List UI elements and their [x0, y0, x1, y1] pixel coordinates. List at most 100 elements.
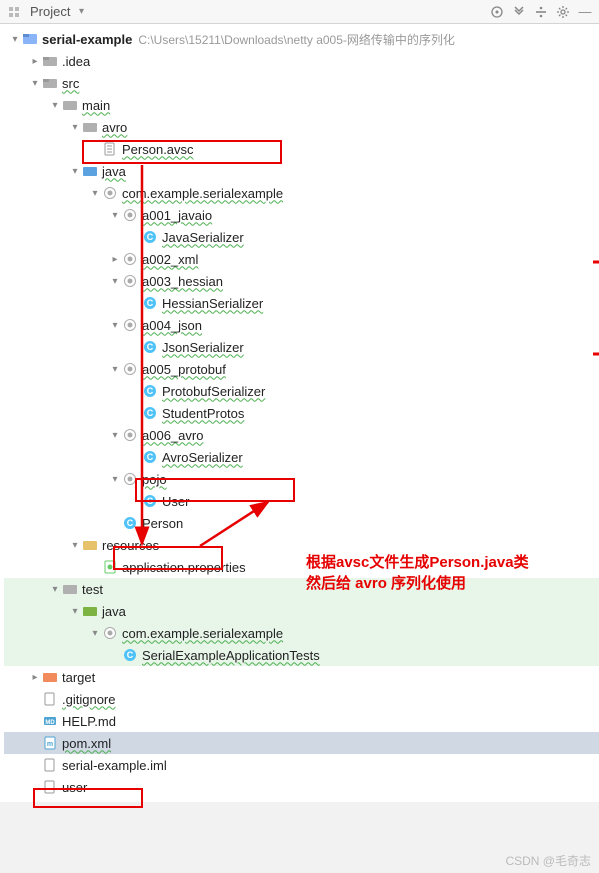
- root-node[interactable]: ▾ serial-example C:\Users\15211\Download…: [4, 28, 599, 50]
- svg-text:MD: MD: [45, 720, 55, 726]
- project-toolbar: Project ▾ —: [0, 0, 599, 24]
- excluded-folder-icon: [42, 669, 58, 685]
- item-label: ProtobufSerializer: [162, 384, 265, 399]
- folder-icon: [42, 53, 58, 69]
- item-label: User: [162, 494, 189, 509]
- package-icon: [122, 471, 138, 487]
- class-protobufserializer[interactable]: C ProtobufSerializer: [4, 380, 599, 402]
- chevron-down-icon[interactable]: ▾: [68, 604, 82, 618]
- gear-icon[interactable]: [555, 4, 571, 20]
- pkg-a003[interactable]: ▾ a003_hessian: [4, 270, 599, 292]
- item-label: Person.avsc: [122, 142, 194, 157]
- idea-folder[interactable]: ▸ .idea: [4, 50, 599, 72]
- chevron-down-icon[interactable]: ▾: [48, 98, 62, 112]
- pkg-a006[interactable]: ▾ a006_avro: [4, 424, 599, 446]
- item-label: user: [62, 780, 87, 795]
- chevron-down-icon[interactable]: ▾: [48, 582, 62, 596]
- package-icon: [102, 625, 118, 641]
- iml-file[interactable]: serial-example.iml: [4, 754, 599, 776]
- module-icon: [22, 31, 38, 47]
- chevron-down-icon[interactable]: ▾: [108, 472, 122, 486]
- item-label: JavaSerializer: [162, 230, 244, 245]
- item-label: pojo: [142, 472, 167, 487]
- chevron-right-icon[interactable]: ▸: [108, 252, 122, 266]
- maven-file-icon: m: [42, 735, 58, 751]
- target-icon[interactable]: [489, 4, 505, 20]
- item-label: target: [62, 670, 95, 685]
- item-label: avro: [102, 120, 127, 135]
- item-label: pom.xml: [62, 736, 111, 751]
- person-avsc-file[interactable]: Person.avsc: [4, 138, 599, 160]
- chevron-down-icon[interactable]: ▾: [28, 76, 42, 90]
- annotation-text: 根据avsc文件生成Person.java类 然后给 avro 序列化使用: [306, 552, 529, 594]
- pkg-a005[interactable]: ▾ a005_protobuf: [4, 358, 599, 380]
- pkg-a001[interactable]: ▾ a001_javaio: [4, 204, 599, 226]
- chevron-down-icon[interactable]: ▾: [108, 208, 122, 222]
- java-src-folder[interactable]: ▾ java: [4, 160, 599, 182]
- class-avroserializer[interactable]: C AvroSerializer: [4, 446, 599, 468]
- class-person[interactable]: C Person: [4, 512, 599, 534]
- avro-folder[interactable]: ▾ avro: [4, 116, 599, 138]
- class-studentprotos[interactable]: C StudentProtos: [4, 402, 599, 424]
- item-label: a004_json: [142, 318, 202, 333]
- class-javaserializer[interactable]: C JavaSerializer: [4, 226, 599, 248]
- item-label: SerialExampleApplicationTests: [142, 648, 320, 663]
- target-folder[interactable]: ▸ target: [4, 666, 599, 688]
- svg-text:m: m: [47, 741, 53, 748]
- class-hessianserializer[interactable]: C HessianSerializer: [4, 292, 599, 314]
- chevron-down-icon[interactable]: ▾: [88, 626, 102, 640]
- test-package[interactable]: ▾ com.example.serialexample: [4, 622, 599, 644]
- package-icon: [122, 207, 138, 223]
- pkg-a002[interactable]: ▸ a002_xml: [4, 248, 599, 270]
- annotation-line2: 然后给 avro 序列化使用: [306, 573, 529, 594]
- class-serialexampletests[interactable]: C SerialExampleApplicationTests: [4, 644, 599, 666]
- helpmd-file[interactable]: MD HELP.md: [4, 710, 599, 732]
- chevron-down-icon[interactable]: ▾: [108, 428, 122, 442]
- user-file[interactable]: user: [4, 776, 599, 798]
- expand-icon[interactable]: [511, 4, 527, 20]
- watermark: CSDN @毛奇志: [505, 852, 591, 869]
- chevron-down-icon[interactable]: ▾: [88, 186, 102, 200]
- item-label: a001_javaio: [142, 208, 212, 223]
- chevron-down-icon[interactable]: ▾: [68, 538, 82, 552]
- chevron-down-icon[interactable]: ▾: [68, 120, 82, 134]
- test-source-folder-icon: [82, 603, 98, 619]
- annotation-line1: 根据avsc文件生成Person.java类: [306, 552, 529, 573]
- chevron-down-icon[interactable]: ▾: [108, 274, 122, 288]
- folder-icon: [82, 119, 98, 135]
- resources-folder-icon: [82, 537, 98, 553]
- minimize-icon[interactable]: —: [577, 4, 593, 20]
- root-label: serial-example: [42, 32, 132, 47]
- package-root[interactable]: ▾ com.example.serialexample: [4, 182, 599, 204]
- main-folder[interactable]: ▾ main: [4, 94, 599, 116]
- test-java-folder[interactable]: ▾ java: [4, 600, 599, 622]
- pkg-pojo[interactable]: ▾ pojo: [4, 468, 599, 490]
- chevron-down-icon[interactable]: ▾: [68, 164, 82, 178]
- pkg-a004[interactable]: ▾ a004_json: [4, 314, 599, 336]
- item-label: src: [62, 76, 79, 91]
- item-label: Person: [142, 516, 183, 531]
- file-icon: [42, 779, 58, 795]
- class-user[interactable]: C User: [4, 490, 599, 512]
- svg-text:C: C: [147, 342, 154, 352]
- chevron-down-icon[interactable]: ▾: [8, 32, 22, 46]
- package-icon: [122, 317, 138, 333]
- file-icon: [102, 141, 118, 157]
- project-tree: ▾ serial-example C:\Users\15211\Download…: [0, 24, 599, 802]
- src-folder[interactable]: ▾ src: [4, 72, 599, 94]
- file-icon: [42, 757, 58, 773]
- item-label: a005_protobuf: [142, 362, 226, 377]
- svg-text:C: C: [127, 650, 134, 660]
- class-jsonserializer[interactable]: C JsonSerializer: [4, 336, 599, 358]
- chevron-right-icon[interactable]: ▸: [28, 670, 42, 684]
- chevron-down-icon[interactable]: ▾: [108, 318, 122, 332]
- chevron-down-icon[interactable]: ▾: [74, 5, 88, 19]
- pomxml-file[interactable]: m pom.xml: [4, 732, 599, 754]
- chevron-down-icon[interactable]: ▾: [108, 362, 122, 376]
- gitignore-file[interactable]: .gitignore: [4, 688, 599, 710]
- source-folder-icon: [82, 163, 98, 179]
- class-icon: C: [142, 229, 158, 245]
- divide-icon[interactable]: [533, 4, 549, 20]
- chevron-right-icon[interactable]: ▸: [28, 54, 42, 68]
- item-label: a002_xml: [142, 252, 198, 267]
